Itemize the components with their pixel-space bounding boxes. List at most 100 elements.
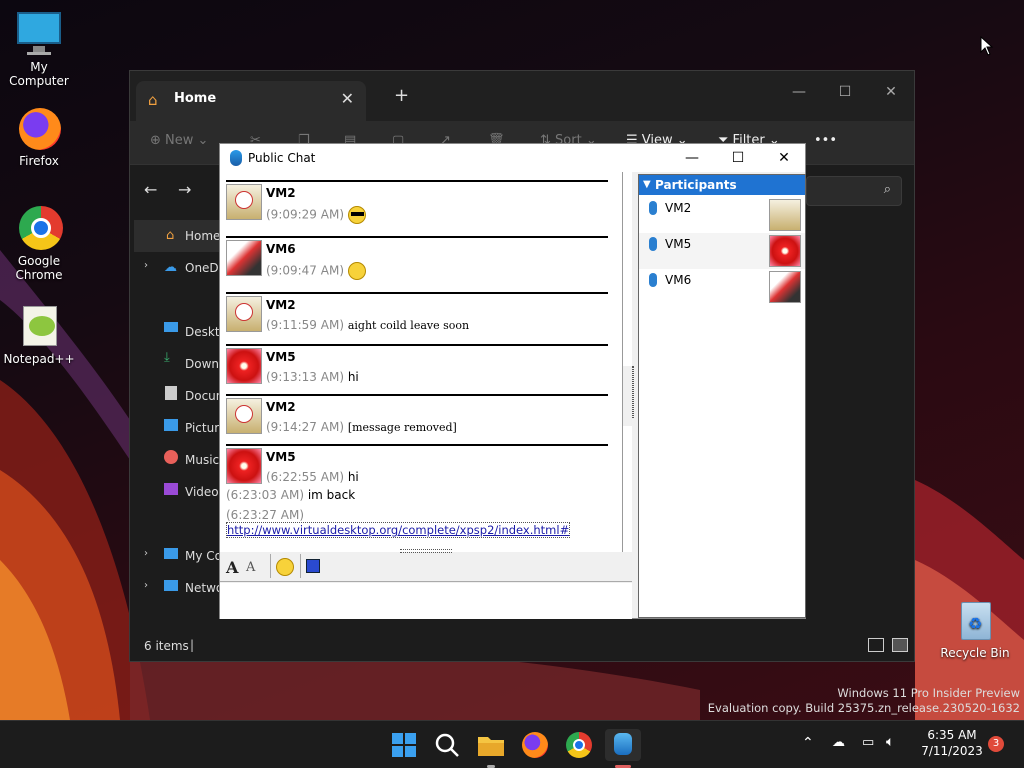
windows-watermark: Windows 11 Pro Insider Preview Evaluatio…: [708, 686, 1020, 716]
horizontal-splitter-handle[interactable]: [400, 549, 452, 553]
participant-item[interactable]: VM5: [639, 233, 805, 269]
start-button[interactable]: [388, 729, 420, 761]
firefox-taskbar-button[interactable]: [519, 729, 551, 761]
music-icon: [164, 450, 178, 464]
message-timestamp: (9:11:59 AM) aight coild leave soon: [266, 318, 470, 332]
chrome-icon: [15, 204, 63, 252]
onedrive-offline-icon[interactable]: ☁: [832, 735, 845, 750]
message-text: hi: [347, 370, 359, 384]
avatar-cat: [769, 199, 801, 231]
participants-header[interactable]: ▼ Participants: [639, 175, 805, 195]
participants-panel: ▼ Participants VM2 VM5 VM6: [638, 174, 806, 618]
chevron-right-icon[interactable]: ›: [144, 548, 148, 559]
avatar-cat: [226, 296, 262, 332]
volume-icon[interactable]: 🔈︎: [886, 734, 894, 750]
file-explorer-taskbar-button[interactable]: [475, 729, 507, 768]
chat-message: VM2 (9:14:27 AM) [message removed]: [226, 394, 608, 444]
notification-badge[interactable]: 3: [988, 736, 1004, 752]
vertical-splitter-handle[interactable]: [623, 366, 638, 426]
back-arrow-icon[interactable]: ←: [144, 180, 157, 199]
user-icon: [649, 201, 657, 215]
chat-message: VM2 (9:11:59 AM) aight coild leave soon: [226, 292, 608, 344]
search-input[interactable]: ⌕: [806, 176, 902, 206]
avatar-flower: [769, 235, 801, 267]
desktop-icon-label: Notepad++: [3, 352, 75, 366]
message-toolbar: A A: [220, 554, 632, 582]
maximize-button[interactable]: ☐: [822, 77, 868, 107]
message-history: VM2 (9:09:29 AM) VM6 (9:09:47 AM) VM2 (9…: [220, 172, 632, 552]
new-button[interactable]: ⊕ New ⌄: [150, 133, 208, 148]
chevron-right-icon[interactable]: ›: [144, 580, 148, 591]
firefox-icon: [15, 104, 63, 152]
desktop-icon-my-computer[interactable]: My Computer: [1, 10, 77, 88]
chevron-up-icon[interactable]: ⌃: [802, 735, 814, 751]
recycle-bin-icon: ♻: [951, 596, 999, 644]
navigation-pane: ⌂ Home › ☁ OneDr Deskto ⤓ Downl Docun Pi…: [130, 216, 227, 636]
desktop-icon-label: Google Chrome: [15, 254, 63, 282]
search-icon: [435, 733, 459, 757]
windows-logo-icon: [392, 733, 416, 757]
chat-message: VM2 (9:09:29 AM): [226, 180, 608, 236]
avatar-flower: [226, 448, 262, 484]
minimize-button[interactable]: —: [776, 77, 822, 107]
toolbar-divider: [270, 554, 271, 578]
close-tab-icon[interactable]: ✕: [341, 89, 354, 108]
tiles-view-icon[interactable]: [892, 638, 908, 652]
tab-home[interactable]: ⌂ Home ✕: [136, 81, 366, 121]
clock[interactable]: 6:35 AM 7/11/2023: [920, 727, 984, 759]
close-window-button[interactable]: ✕: [868, 77, 914, 107]
more-options-button[interactable]: •••: [814, 133, 837, 148]
message-timestamp: (9:09:29 AM): [266, 206, 366, 224]
message-timestamp: (9:09:47 AM): [266, 262, 366, 280]
avatar-cat: [226, 184, 262, 220]
chat-minimize-button[interactable]: —: [669, 144, 715, 172]
watermark-line-1: Windows 11 Pro Insider Preview: [837, 686, 1020, 700]
message-text: [message removed]: [347, 421, 457, 434]
desktop-icon-firefox[interactable]: Firefox: [1, 104, 77, 168]
message-text: hi: [347, 470, 359, 484]
details-view-icon[interactable]: [868, 638, 884, 652]
font-color-icon[interactable]: A: [246, 560, 255, 575]
desktop-icon-notepadpp[interactable]: Notepad++: [1, 302, 77, 366]
avatar-crane: [226, 240, 262, 276]
mouse-cursor-icon: [980, 36, 994, 56]
videos-icon: [164, 483, 178, 495]
participant-item[interactable]: VM2: [639, 197, 805, 233]
chat-message: VM5 (6:22:55 AM) hi (6:23:03 AM) im back…: [226, 444, 608, 552]
chrome-taskbar-button[interactable]: [563, 729, 595, 761]
message-link[interactable]: http://www.virtualdesktop.org/complete/x…: [226, 522, 571, 538]
font-icon[interactable]: A: [226, 558, 238, 577]
tab-home-label: Home: [174, 91, 217, 106]
message-author: VM2: [266, 186, 296, 200]
save-icon[interactable]: [306, 559, 320, 573]
chrome-icon: [566, 732, 592, 758]
chevron-right-icon[interactable]: ›: [144, 260, 148, 271]
monitor-icon: [15, 10, 63, 58]
desktop-icon-label: Recycle Bin: [940, 646, 1010, 660]
followup-message: (6:23:03 AM) im back: [226, 488, 356, 502]
chat-message: VM6 (9:09:47 AM): [226, 236, 608, 292]
desktop-icon-recycle-bin[interactable]: ♻ Recycle Bin: [937, 596, 1013, 660]
avatar-cat: [226, 398, 262, 434]
message-timestamp: (9:13:13 AM) hi: [266, 370, 359, 384]
forward-arrow-icon[interactable]: →: [178, 180, 191, 199]
message-input[interactable]: [220, 583, 632, 619]
network-icon[interactable]: ▭: [862, 735, 874, 750]
user-icon: [649, 273, 657, 287]
status-bar: 6 items |: [130, 631, 914, 661]
participants-header-label: Participants: [655, 178, 737, 192]
search-button[interactable]: [431, 729, 463, 761]
chat-close-button[interactable]: ✕: [761, 144, 807, 172]
emoticon-icon[interactable]: [276, 558, 294, 576]
desktop-icon-chrome[interactable]: Google Chrome: [1, 204, 77, 282]
participant-item[interactable]: VM6: [639, 269, 805, 305]
cool-smiley-icon: [347, 206, 366, 224]
network-icon: [164, 580, 178, 591]
chat-taskbar-button[interactable]: [605, 729, 641, 768]
onedrive-icon: ☁: [164, 260, 177, 275]
documents-icon: [165, 386, 177, 400]
chat-maximize-button[interactable]: ☐: [715, 144, 761, 172]
status-separator: |: [190, 638, 195, 652]
new-label: New: [165, 133, 194, 148]
new-tab-button[interactable]: +: [394, 85, 409, 106]
